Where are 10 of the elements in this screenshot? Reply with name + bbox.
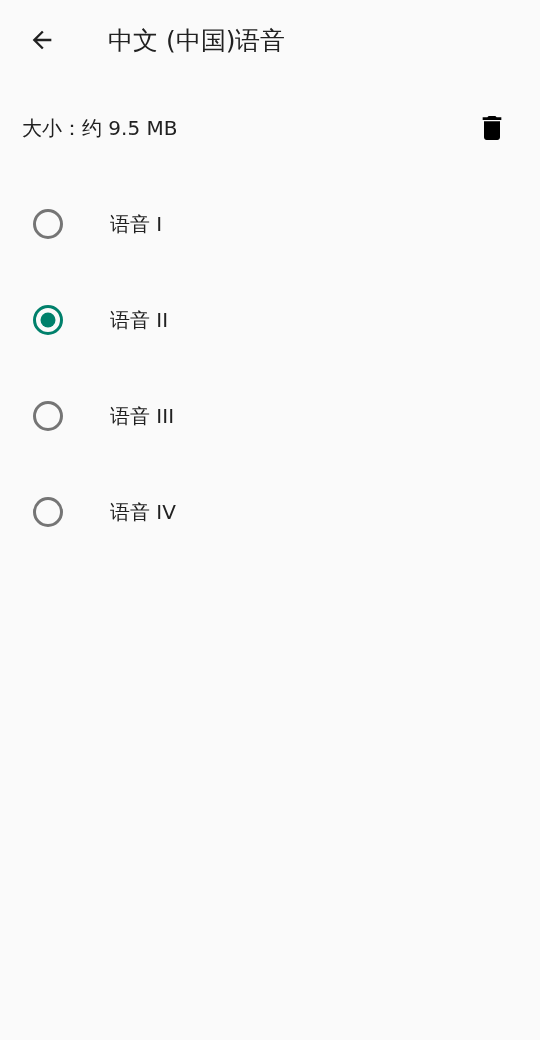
radio-button[interactable]	[31, 495, 65, 529]
voice-option[interactable]: 语音 III	[0, 368, 540, 464]
size-label: 大小：约 9.5 MB	[22, 114, 178, 142]
voice-option[interactable]: 语音 IV	[0, 464, 540, 560]
radio-button[interactable]	[31, 399, 65, 433]
radio-button[interactable]	[31, 207, 65, 241]
screen-title: 中文 (中国)语音	[108, 24, 286, 57]
voice-option[interactable]: 语音 I	[0, 176, 540, 272]
radio-button[interactable]	[31, 303, 65, 337]
voice-option[interactable]: 语音 II	[0, 272, 540, 368]
